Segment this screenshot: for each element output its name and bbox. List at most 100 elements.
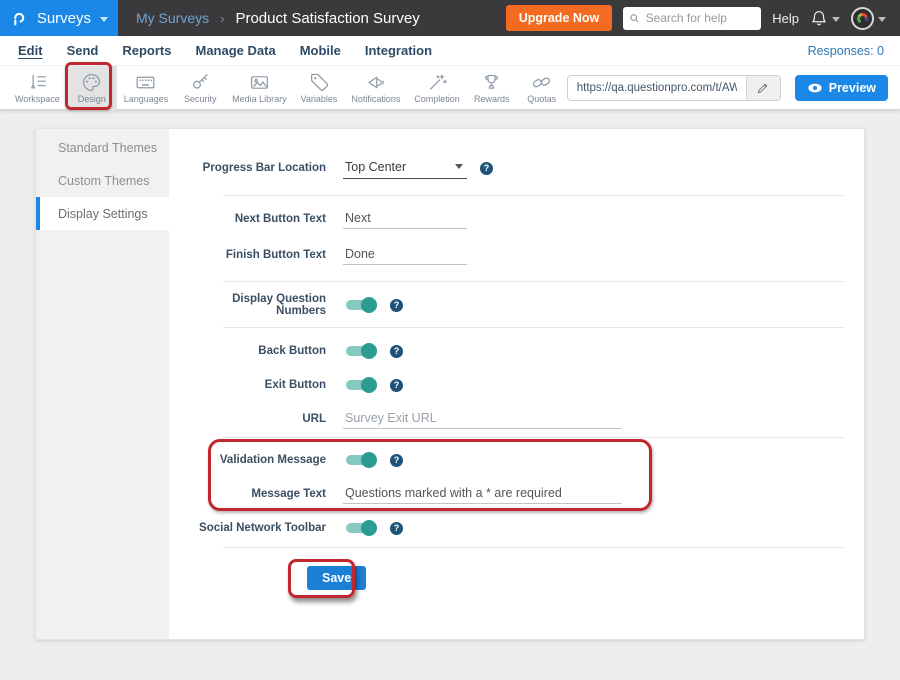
search-input[interactable] (646, 11, 756, 25)
sidebar-item-standard-themes[interactable]: Standard Themes (36, 131, 169, 164)
validation-message-row: Validation Message ? (181, 443, 844, 477)
upgrade-now-button[interactable]: Upgrade Now (506, 5, 613, 31)
tool-label: Security (184, 94, 217, 104)
help-icon[interactable]: ? (390, 379, 403, 392)
social-network-toolbar-toggle[interactable] (346, 523, 374, 533)
exit-button-label: Exit Button (181, 379, 326, 391)
tool-label: Notifications (351, 94, 400, 104)
workspace-icon (27, 72, 48, 93)
tool-variables[interactable]: Variables (294, 66, 345, 110)
tool-quotas[interactable]: Quotas (517, 66, 567, 110)
design-sidebar: Standard Themes Custom Themes Display Se… (36, 129, 169, 639)
tool-label: Rewards (474, 94, 510, 104)
preview-button[interactable]: Preview (795, 75, 888, 101)
next-button-text-input[interactable] (343, 209, 467, 229)
help-icon[interactable]: ? (390, 454, 403, 467)
pencil-icon (756, 81, 770, 95)
help-icon[interactable]: ? (390, 345, 403, 358)
questionpro-design-settings-page: Surveys My Surveys › Product Satisfactio… (0, 0, 900, 680)
security-icon (190, 72, 211, 93)
help-icon[interactable]: ? (480, 162, 493, 175)
help-icon[interactable]: ? (390, 299, 403, 312)
menu-item-edit[interactable]: Edit (18, 43, 43, 58)
display-question-numbers-row: Display Question Numbers ? (181, 288, 844, 322)
back-button-label: Back Button (181, 345, 326, 357)
tool-design[interactable]: Design (67, 66, 117, 110)
tool-media-library[interactable]: Media Library (225, 66, 293, 110)
sidebar-item-display-settings[interactable]: Display Settings (36, 197, 169, 230)
exit-url-input[interactable] (343, 409, 622, 429)
validation-message-label: Validation Message (181, 454, 326, 466)
main-content: Standard Themes Custom Themes Display Se… (0, 110, 900, 640)
top-header: Surveys My Surveys › Product Satisfactio… (0, 0, 900, 36)
notifications-bell-button[interactable] (810, 9, 840, 27)
search-icon (629, 12, 640, 25)
questionpro-logo-icon (12, 8, 28, 29)
chevron-down-icon (455, 164, 463, 169)
next-button-text-row: Next Button Text (181, 202, 844, 236)
rewards-icon (481, 72, 502, 93)
display-settings-card: Standard Themes Custom Themes Display Se… (35, 128, 865, 640)
languages-icon (135, 72, 156, 93)
social-network-toolbar-label: Social Network Toolbar (181, 522, 326, 534)
finish-button-text-input[interactable] (343, 245, 467, 265)
chevron-down-icon (878, 17, 886, 22)
menu-item-reports[interactable]: Reports (122, 43, 171, 58)
tool-label: Workspace (15, 94, 60, 104)
help-search[interactable] (623, 7, 761, 30)
bell-icon (810, 9, 828, 27)
tool-rewards[interactable]: Rewards (467, 66, 517, 110)
page-title: Product Satisfaction Survey (235, 10, 419, 27)
back-button-toggle[interactable] (346, 346, 374, 356)
variables-icon (309, 72, 330, 93)
message-text-input[interactable] (343, 484, 622, 504)
media-library-icon (249, 72, 270, 93)
breadcrumb-my-surveys[interactable]: My Surveys (136, 10, 209, 26)
survey-nav-menu: Edit Send Reports Manage Data Mobile Int… (0, 36, 900, 66)
breadcrumb-separator: › (220, 11, 224, 26)
validation-message-toggle[interactable] (346, 455, 374, 465)
tool-languages[interactable]: Languages (117, 66, 175, 110)
exit-url-label: URL (181, 413, 326, 425)
display-question-numbers-toggle[interactable] (346, 300, 374, 310)
completion-icon (427, 72, 448, 93)
tool-label: Design (78, 94, 106, 104)
save-button[interactable]: Save (307, 566, 366, 590)
display-question-numbers-label: Display Question Numbers (181, 293, 326, 317)
menu-item-manage-data[interactable]: Manage Data (195, 43, 275, 58)
chevron-down-icon (832, 17, 840, 22)
message-text-row: Message Text (181, 477, 844, 511)
surveys-product-menu[interactable]: Surveys (0, 0, 118, 36)
exit-url-row: URL (181, 402, 844, 436)
exit-button-toggle[interactable] (346, 380, 374, 390)
tool-notifications[interactable]: Notifications (344, 66, 407, 110)
chevron-down-icon (100, 17, 108, 22)
account-menu-button[interactable] (851, 7, 886, 30)
tool-label: Languages (124, 94, 169, 104)
tool-label: Quotas (527, 94, 556, 104)
tool-security[interactable]: Security (175, 66, 225, 110)
edit-url-button[interactable] (746, 76, 780, 100)
progress-bar-location-select[interactable]: Top Center (343, 158, 467, 179)
design-icon (81, 72, 102, 93)
tool-completion[interactable]: Completion (407, 66, 466, 110)
next-button-text-label: Next Button Text (181, 213, 326, 225)
sidebar-item-custom-themes[interactable]: Custom Themes (36, 164, 169, 197)
menu-item-send[interactable]: Send (67, 43, 99, 58)
finish-button-text-label: Finish Button Text (181, 249, 326, 261)
help-link[interactable]: Help (772, 11, 799, 26)
menu-item-mobile[interactable]: Mobile (300, 43, 341, 58)
survey-url-group: Preview (567, 75, 900, 101)
divider (223, 437, 844, 438)
product-menu-label: Surveys (37, 10, 91, 27)
header-right: Upgrade Now Help (506, 5, 900, 31)
menu-item-integration[interactable]: Integration (365, 43, 432, 58)
help-icon[interactable]: ? (390, 522, 403, 535)
preview-label: Preview (829, 81, 876, 95)
quotas-icon (531, 72, 552, 93)
survey-url-input[interactable] (568, 76, 746, 100)
responses-count[interactable]: Responses: 0 (808, 44, 884, 58)
tool-workspace[interactable]: Workspace (8, 66, 67, 110)
exit-button-row: Exit Button ? (181, 368, 844, 402)
selected-value: Top Center (345, 160, 406, 174)
